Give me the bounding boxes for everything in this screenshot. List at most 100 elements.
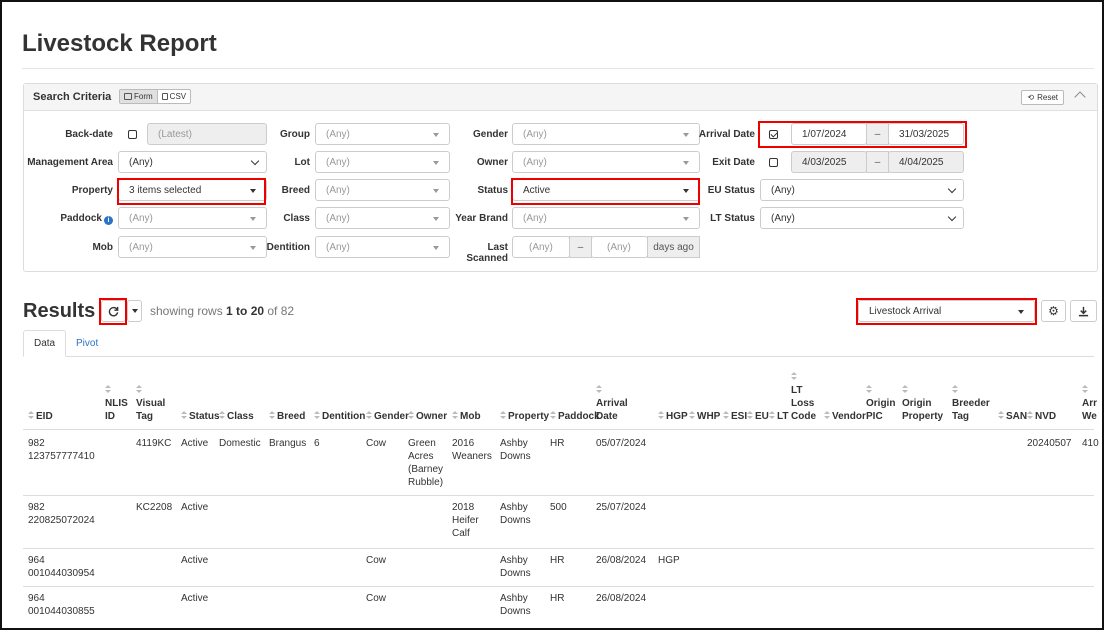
results-tabs: Data Pivot [23,330,1094,357]
exit-from-input[interactable]: 4/03/2025 [791,151,867,173]
backdate-input[interactable]: (Latest) [147,123,267,145]
property-select[interactable]: 3 items selected [118,179,267,201]
lot-select[interactable]: (Any) [315,151,450,173]
exit-to-input[interactable]: 4/04/2025 [888,151,964,173]
column-header-property[interactable]: Property [500,410,549,423]
class-select[interactable]: (Any) [315,207,450,229]
dentition-select[interactable]: (Any) [315,236,450,258]
column-header-vendor[interactable]: Vendor [824,410,866,423]
mob-select[interactable]: (Any) [118,236,267,258]
management-area-select[interactable]: (Any) [118,151,267,173]
lt-status-select[interactable]: (Any) [760,207,964,229]
mode-toggle: Form CSV [119,89,192,104]
row-divider [23,495,1094,496]
exit-date-checkbox[interactable] [769,158,778,167]
download-button[interactable] [1070,300,1097,322]
dentition-label: Dentition [266,242,310,253]
last-scanned-to-input[interactable]: (Any) [591,236,648,258]
settings-button[interactable]: ⚙ [1041,300,1066,322]
form-mode-button[interactable]: Form [120,90,158,103]
sort-icon [408,411,414,420]
column-header-eid[interactable]: EID [28,410,53,423]
backdate-checkbox[interactable] [128,130,137,139]
table-cell-paddock: HR [550,555,565,566]
table-cell-class: Domestic [219,438,261,449]
owner-select[interactable]: (Any) [512,151,700,173]
range-separator: – [569,236,592,258]
column-header-mob[interactable]: Mob [452,410,481,423]
eu-status-select[interactable]: (Any) [760,179,964,201]
info-icon[interactable]: i [104,216,113,225]
caret-down-icon [433,161,439,165]
column-header-paddock[interactable]: Paddock [550,410,600,423]
caret-down-icon [1018,310,1024,314]
caret-down-icon [250,246,256,250]
table-cell-arrival: 25/07/2024 [596,502,647,513]
refresh-button[interactable] [101,300,126,322]
sort-icon [366,411,372,420]
arrival-from-input[interactable]: 1/07/2024 [791,123,867,145]
eu-status-label: EU Status [707,185,755,196]
status-label: Status [477,185,508,196]
column-header-dentition[interactable]: Dentition [314,410,365,423]
row-divider [23,586,1094,587]
tab-pivot[interactable]: Pivot [66,330,108,357]
breed-select[interactable]: (Any) [315,179,450,201]
gender-select[interactable]: (Any) [512,123,700,145]
column-header-owner[interactable]: Owner [408,410,447,423]
management-area-label: Management Area [27,157,113,168]
table-cell-visual: 4119KC [136,438,172,449]
arrival-date-label: Arrival Date [698,129,755,140]
column-header-nvd[interactable]: NVD [1027,410,1056,423]
column-header-btag[interactable]: Breeder Tag [952,384,990,423]
paddock-select[interactable]: (Any) [118,207,267,229]
caret-down-icon [433,133,439,137]
column-header-breed[interactable]: Breed [269,410,305,423]
sort-icon [952,385,958,394]
table-cell-eid: 982 220825072024 [28,502,95,526]
column-header-san[interactable]: SAN [998,410,1027,423]
column-header-class[interactable]: Class [219,410,254,423]
tab-data[interactable]: Data [23,330,67,357]
arrival-date-checkbox[interactable] [769,130,778,139]
column-header-arrival[interactable]: Arrival Date [596,384,628,423]
sort-icon [136,385,142,394]
caret-down-icon [433,217,439,221]
column-header-visual[interactable]: Visual Tag [136,384,165,423]
csv-mode-button[interactable]: CSV [158,90,190,103]
sort-icon [658,411,664,420]
status-select[interactable]: Active [512,179,700,201]
sort-icon [723,411,729,420]
table-cell-mob: 2016 Weaners [452,438,492,462]
column-header-eu[interactable]: EU [747,410,769,423]
column-header-status[interactable]: Status [181,410,220,423]
column-header-nlis[interactable]: NLIS ID [105,384,128,423]
undo-icon: ⟲ [1027,93,1035,102]
table-cell-status: Active [181,555,209,566]
report-type-select[interactable]: Livestock Arrival [858,300,1035,322]
group-select[interactable]: (Any) [315,123,450,145]
column-header-gender[interactable]: Gender [366,410,409,423]
year-brand-select[interactable]: (Any) [512,207,700,229]
column-header-lt[interactable]: LT [769,410,788,423]
last-scanned-from-input[interactable]: (Any) [512,236,570,258]
collapse-chevron-icon[interactable] [1073,88,1087,102]
refresh-options-dropdown[interactable] [127,300,142,322]
column-header-hgp[interactable]: HGP [658,410,688,423]
column-header-ltloss[interactable]: LT Loss Code [791,371,816,423]
column-header-oprop[interactable]: Origin Property [902,384,943,423]
table-cell-dentition: 6 [314,438,320,449]
column-header-esi[interactable]: ESI [723,410,747,423]
lt-status-label: LT Status [710,213,755,224]
sort-icon [791,372,797,381]
caret-down-icon [683,189,689,193]
year-brand-label: Year Brand [455,213,508,224]
column-header-whp[interactable]: WHP [689,410,720,423]
chevron-down-icon [947,184,957,194]
table-cell-property: Ashby Downs [500,502,531,526]
sort-icon [596,385,602,394]
arrival-to-input[interactable]: 31/03/2025 [888,123,964,145]
reset-button[interactable]: ⟲ Reset [1021,90,1064,105]
column-header-arr_w[interactable]: Arr We [1082,384,1097,423]
column-header-opic[interactable]: Origin PIC [866,384,895,423]
